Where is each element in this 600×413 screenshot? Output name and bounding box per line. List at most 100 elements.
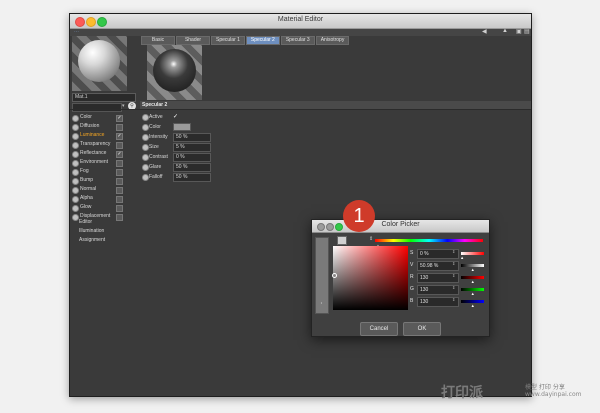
picker-field-label: B [410, 298, 414, 304]
color-swatch[interactable] [173, 123, 191, 131]
radio-icon[interactable] [72, 160, 79, 167]
back-arrow-icon[interactable]: ◀ [482, 28, 487, 35]
contrast-field[interactable]: 0 % [173, 153, 211, 162]
channel-checkbox[interactable]: ✓ [116, 151, 123, 158]
tab-specular-3[interactable]: Specular 3 [280, 36, 315, 45]
tab-anisotropy[interactable]: Anisotropy [315, 36, 350, 45]
channel-item[interactable]: Color ✓ [72, 113, 132, 122]
title-bar[interactable]: Material Editor [70, 14, 531, 29]
tab-specular-2[interactable]: Specular 2 [245, 36, 280, 45]
slider-knob-icon[interactable]: ▲ [471, 279, 475, 284]
channel-checkbox[interactable]: ✓ [116, 115, 123, 122]
picker-field-label: G [410, 286, 414, 292]
radio-icon[interactable] [72, 115, 79, 122]
channel-checkbox[interactable] [116, 169, 123, 176]
cancel-button[interactable]: Cancel [360, 322, 398, 336]
sub-item-illumination[interactable]: Illumination [79, 227, 105, 236]
slider-knob-icon[interactable]: ▲ [460, 255, 464, 260]
radio-icon[interactable] [72, 214, 79, 221]
stepper-icon[interactable]: ⇕ [452, 273, 455, 278]
prop-label: Glare [149, 164, 162, 170]
channel-checkbox[interactable] [116, 205, 123, 212]
channel-label: Transparency [80, 141, 111, 147]
channel-item[interactable]: Diffusion [72, 122, 132, 131]
tab-basic[interactable]: Basic [141, 36, 175, 45]
channel-label: Bump [80, 177, 94, 183]
channel-checkbox[interactable] [116, 142, 123, 149]
radio-icon[interactable] [72, 133, 79, 140]
channel-item[interactable]: Luminance ✓ [72, 131, 132, 140]
channel-checkbox[interactable] [116, 160, 123, 167]
glare-field[interactable]: 50 % [173, 163, 211, 172]
radio-icon[interactable] [142, 134, 149, 141]
radio-icon[interactable] [72, 178, 79, 185]
channel-item[interactable]: Transparency [72, 140, 132, 149]
mode-dropdown-arrow-icon[interactable]: ⇕ [369, 236, 373, 242]
slider-knob-icon[interactable]: ▲ [471, 267, 475, 272]
picker-slider-s[interactable] [461, 252, 484, 255]
stepper-icon[interactable]: ⇕ [452, 297, 455, 302]
channel-checkbox[interactable] [116, 187, 123, 194]
channel-checkbox[interactable] [116, 196, 123, 203]
channel-search-input[interactable] [72, 103, 122, 112]
watermark-main-text: 打印派 [441, 385, 483, 401]
radio-icon[interactable] [142, 144, 149, 151]
slider-knob-icon[interactable]: ▲ [471, 291, 475, 296]
channel-checkbox[interactable]: ✓ [116, 133, 123, 140]
sub-item-assignment[interactable]: Assignment [79, 236, 105, 245]
radio-icon[interactable] [142, 154, 149, 161]
channel-item[interactable]: Bump [72, 176, 132, 185]
material-thumbnail[interactable] [72, 36, 127, 91]
saturation-value-field[interactable] [333, 246, 408, 310]
channel-checkbox[interactable] [116, 178, 123, 185]
ok-button[interactable]: OK [403, 322, 441, 336]
slider-knob-icon[interactable]: ▲ [471, 303, 475, 308]
radio-icon[interactable] [72, 205, 79, 212]
channel-item[interactable]: Environment [72, 158, 132, 167]
radio-icon[interactable] [72, 196, 79, 203]
prop-label: Size [149, 144, 159, 150]
radio-icon[interactable] [72, 151, 79, 158]
color-mode-icon[interactable] [337, 236, 347, 245]
radio-icon[interactable] [142, 114, 149, 121]
channel-item[interactable]: Alpha [72, 194, 132, 203]
channel-item[interactable]: Glow [72, 203, 132, 212]
layout-icon[interactable]: ▣ [516, 28, 522, 35]
specular-preview [147, 45, 202, 100]
section-divider [70, 109, 531, 110]
intensity-field[interactable]: 50 % [173, 133, 211, 142]
active-checkbox[interactable]: ✓ [173, 112, 178, 122]
sub-item-editor[interactable]: Editor [79, 218, 105, 227]
radio-icon[interactable] [142, 124, 149, 131]
hue-slider[interactable] [375, 239, 483, 242]
channel-item[interactable]: Normal [72, 185, 132, 194]
falloff-field[interactable]: 50 % [173, 173, 211, 182]
radio-icon[interactable] [72, 169, 79, 176]
channel-item[interactable]: Reflectance ✓ [72, 149, 132, 158]
radio-icon[interactable] [72, 124, 79, 131]
watermark-url: www.dayinpai.com [525, 391, 582, 398]
channel-checkbox[interactable] [116, 214, 123, 221]
material-editor-window: Material Editor ⋯ ◀ ▲ ▣ ▤ Mat.1 ▾ ⚲ Colo… [69, 13, 532, 397]
radio-icon[interactable] [142, 174, 149, 181]
picker-title-bar[interactable]: Color Picker [312, 220, 489, 233]
menu-icon[interactable]: ▤ [524, 28, 530, 35]
radio-icon[interactable] [142, 164, 149, 171]
radio-icon[interactable] [72, 142, 79, 149]
channel-checkbox[interactable] [116, 124, 123, 131]
sphere-preview-icon [78, 40, 120, 82]
tab-shader[interactable]: Shader [176, 36, 210, 45]
stepper-icon[interactable]: ⇕ [452, 249, 455, 254]
tab-specular-1[interactable]: Specular 1 [211, 36, 245, 45]
eyedropper-icon[interactable]: • [318, 299, 325, 306]
channel-label: Color [80, 114, 92, 120]
material-name-field[interactable]: Mat.1 [72, 93, 136, 102]
color-marker[interactable] [332, 273, 337, 278]
size-field[interactable]: 5 % [173, 143, 211, 152]
stepper-icon[interactable]: ⇕ [452, 285, 455, 290]
up-arrow-icon[interactable]: ▲ [502, 28, 508, 34]
radio-icon[interactable] [72, 187, 79, 194]
channel-label: Glow [80, 204, 92, 210]
channel-item[interactable]: Fog [72, 167, 132, 176]
stepper-icon[interactable]: ⇕ [452, 261, 455, 266]
